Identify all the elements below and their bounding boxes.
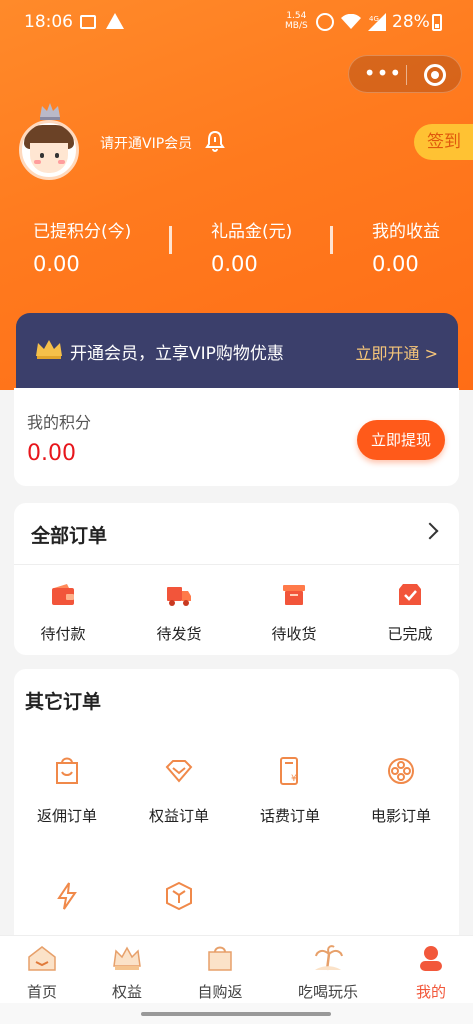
network-speed-value: 1.54 bbox=[286, 11, 307, 21]
tab-benefits[interactable]: 权益 bbox=[87, 944, 167, 1002]
system-nav-bar bbox=[0, 1003, 473, 1024]
vip-prompt[interactable]: 请开通VIP会员 bbox=[100, 133, 192, 153]
stat-value: 0.00 bbox=[372, 252, 419, 276]
bag-icon bbox=[208, 946, 232, 971]
more-menu-icon[interactable]: ••• bbox=[363, 63, 403, 84]
stat-my-earnings[interactable]: 我的收益 0.00 bbox=[372, 217, 440, 276]
battery-icon bbox=[432, 14, 442, 31]
withdraw-button[interactable]: 立即提现 bbox=[357, 420, 445, 460]
stat-divider bbox=[169, 226, 172, 254]
order-other[interactable] bbox=[134, 880, 224, 916]
stat-gift-money[interactable]: 礼品金(元) 0.00 bbox=[211, 217, 292, 276]
stat-label: 我的收益 bbox=[372, 222, 440, 242]
truck-icon bbox=[167, 587, 191, 606]
stat-withdrawn-points[interactable]: 已提积分(今) 0.00 bbox=[33, 217, 131, 276]
shopping-bag-icon bbox=[56, 757, 78, 784]
close-mini-program-icon[interactable] bbox=[424, 64, 446, 86]
order-label: 话费订单 bbox=[259, 807, 320, 825]
other-orders-title: 其它订单 bbox=[25, 691, 102, 713]
chevron-right-icon[interactable] bbox=[421, 522, 439, 540]
order-label: 电影订单 bbox=[370, 807, 431, 825]
stat-label: 礼品金(元) bbox=[211, 222, 293, 242]
tab-label: 首页 bbox=[26, 983, 57, 1001]
avatar[interactable] bbox=[19, 120, 79, 180]
film-reel-icon bbox=[388, 758, 414, 784]
stat-label: 已提积分(今) bbox=[33, 222, 132, 242]
image-notification-icon bbox=[80, 15, 96, 29]
order-label: 已完成 bbox=[387, 625, 433, 643]
order-benefits[interactable]: 权益订单 bbox=[134, 755, 224, 826]
check-box-icon bbox=[399, 584, 421, 605]
order-completed[interactable]: 已完成 bbox=[370, 581, 450, 644]
other-orders-card: 其它订单 返佣订单 权益订单 ¥ 话费订单 电影订单 bbox=[14, 669, 459, 969]
tab-label: 自购返 bbox=[197, 983, 243, 1001]
order-movie[interactable]: 电影订单 bbox=[356, 755, 446, 826]
tab-mine[interactable]: 我的 bbox=[391, 944, 471, 1002]
order-commission[interactable]: 返佣订单 bbox=[22, 755, 112, 826]
stat-value: 0.00 bbox=[211, 252, 258, 276]
avatar-blush bbox=[58, 160, 65, 164]
stat-divider bbox=[330, 226, 333, 254]
order-label: 待付款 bbox=[40, 625, 86, 643]
bell-icon[interactable] bbox=[205, 130, 225, 152]
tab-label: 我的 bbox=[415, 983, 446, 1001]
order-utility[interactable] bbox=[22, 880, 112, 916]
order-label: 权益订单 bbox=[148, 807, 209, 825]
points-value: 0.00 bbox=[27, 441, 76, 466]
status-bar: 18:06 1.54 MB/S 4G 28% bbox=[0, 0, 473, 44]
order-label: 待发货 bbox=[156, 625, 202, 643]
divider bbox=[14, 564, 459, 565]
box-icon bbox=[283, 585, 305, 605]
home-icon bbox=[28, 946, 56, 971]
tab-label: 权益 bbox=[111, 983, 142, 1001]
status-time: 18:06 bbox=[24, 12, 73, 32]
stat-value: 0.00 bbox=[33, 252, 80, 276]
all-orders-card: 全部订单 待付款 待发货 待收货 已完成 bbox=[14, 503, 459, 655]
tab-label: 吃喝玩乐 bbox=[297, 983, 358, 1001]
battery-level: 28% bbox=[392, 12, 430, 32]
capsule-divider bbox=[406, 65, 407, 85]
wifi-icon bbox=[341, 14, 361, 29]
avatar-eye bbox=[40, 153, 44, 158]
lightning-icon bbox=[57, 882, 77, 910]
network-speed: 1.54 MB/S bbox=[285, 11, 308, 31]
order-pending-payment[interactable]: 待付款 bbox=[23, 581, 103, 644]
mini-program-capsule: ••• bbox=[348, 55, 462, 93]
network-type: 4G bbox=[369, 15, 379, 23]
points-card: 我的积分 0.00 立即提现 bbox=[14, 388, 459, 486]
warning-icon bbox=[106, 13, 124, 29]
wallet-icon bbox=[52, 584, 74, 605]
order-pending-shipment[interactable]: 待发货 bbox=[139, 581, 219, 644]
avatar-eye bbox=[55, 153, 59, 158]
crown-icon bbox=[36, 340, 62, 359]
svg-text:¥: ¥ bbox=[291, 774, 297, 784]
avatar-face bbox=[30, 143, 68, 173]
points-label: 我的积分 bbox=[27, 413, 92, 432]
tab-bar: 首页 权益 自购返 吃喝玩乐 我的 bbox=[0, 935, 473, 1003]
avatar-crown-icon bbox=[40, 103, 60, 120]
palm-tree-icon bbox=[315, 945, 343, 971]
home-gesture-bar[interactable] bbox=[141, 1012, 331, 1016]
order-phone-bill[interactable]: ¥ 话费订单 bbox=[245, 755, 335, 826]
order-pending-receipt[interactable]: 待收货 bbox=[254, 581, 334, 644]
avatar-blush bbox=[34, 160, 41, 164]
order-label: 待收货 bbox=[271, 625, 317, 643]
crown-icon bbox=[113, 946, 141, 970]
cube-icon bbox=[166, 881, 192, 911]
signin-button[interactable]: 签到 bbox=[414, 124, 473, 160]
phone-bill-icon: ¥ bbox=[280, 757, 298, 785]
tab-food-fun[interactable]: 吃喝玩乐 bbox=[288, 944, 368, 1002]
tab-home[interactable]: 首页 bbox=[2, 944, 82, 1002]
alarm-icon bbox=[316, 13, 334, 31]
all-orders-title[interactable]: 全部订单 bbox=[31, 521, 107, 548]
network-speed-unit: MB/S bbox=[285, 21, 308, 31]
order-label: 返佣订单 bbox=[36, 807, 97, 825]
vip-open-link[interactable]: 立即开通 > bbox=[356, 340, 439, 364]
vip-banner[interactable]: 开通会员，立享VIP购物优惠 立即开通 > bbox=[16, 313, 458, 391]
user-icon bbox=[420, 946, 442, 971]
vip-banner-text: 开通会员，立享VIP购物优惠 bbox=[70, 344, 284, 364]
tab-self-purchase[interactable]: 自购返 bbox=[180, 944, 260, 1002]
diamond-icon bbox=[165, 760, 193, 783]
signal-icon: 4G bbox=[368, 13, 386, 31]
